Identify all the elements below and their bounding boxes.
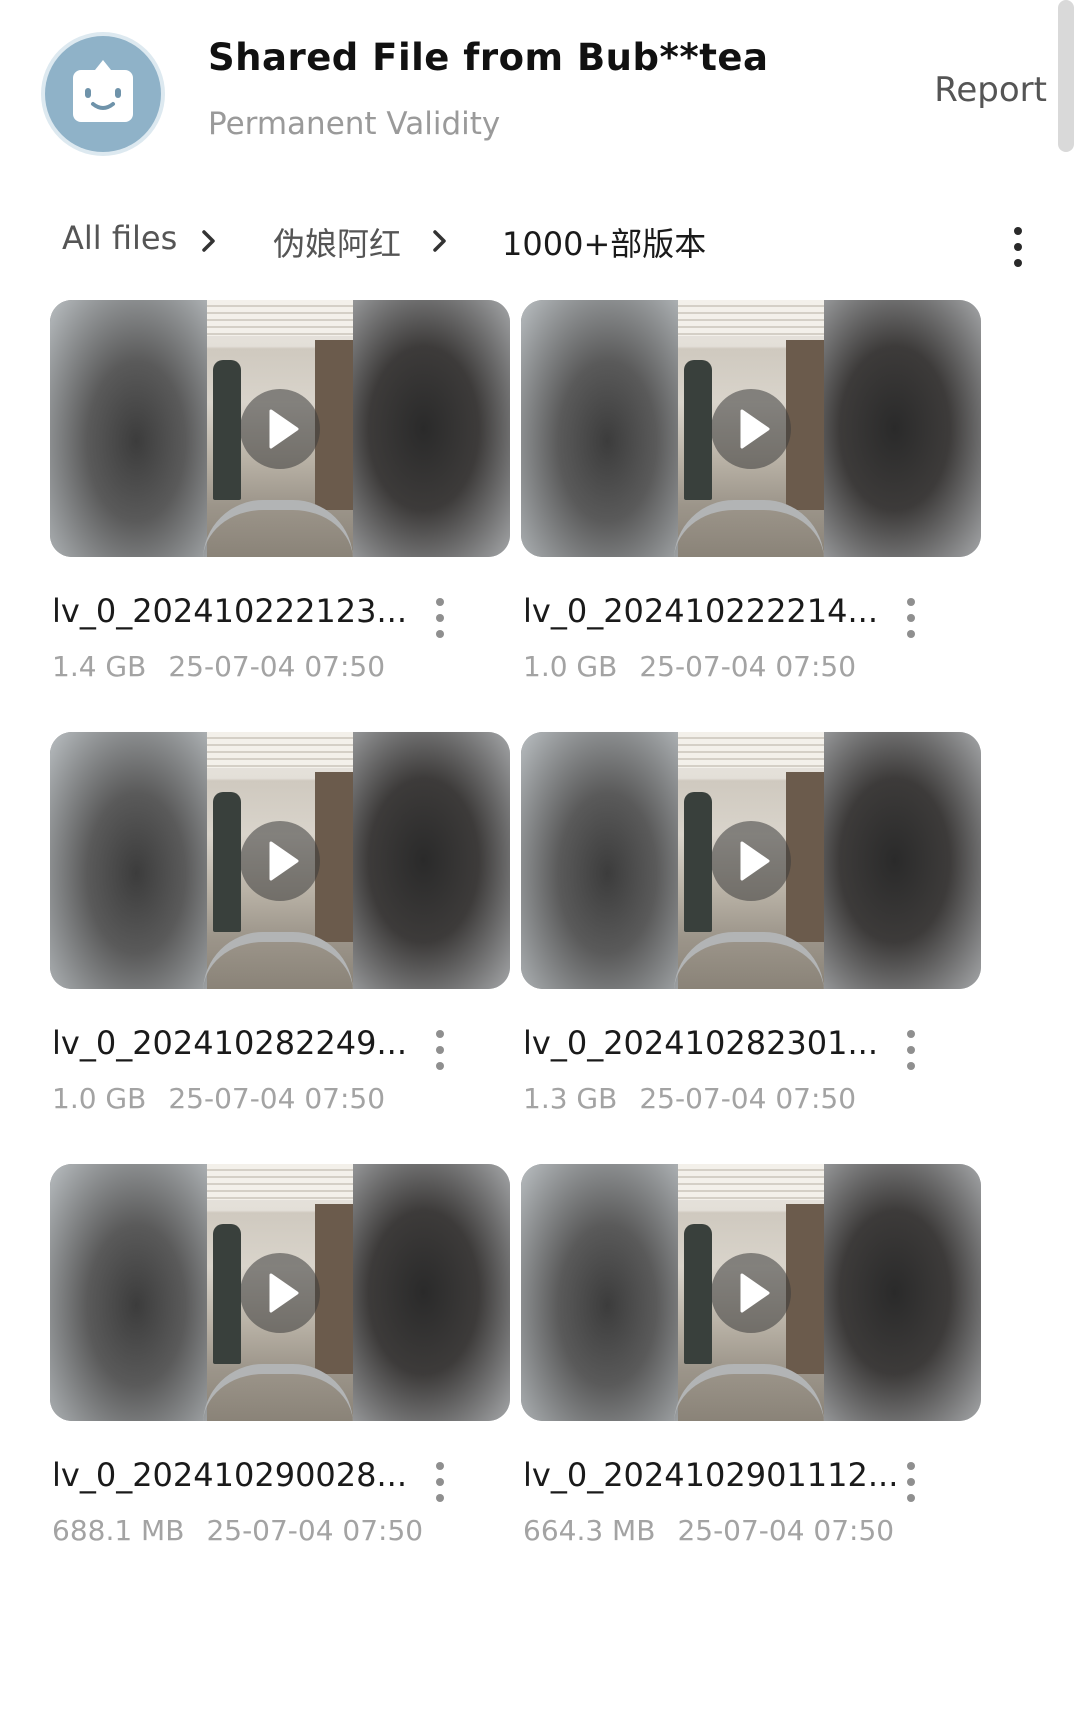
- file-more-icon[interactable]: [428, 598, 452, 646]
- file-date: 25-07-04 07:50: [206, 1514, 424, 1547]
- file-card[interactable]: lv_0_202410290028... 688.1 MB 25-07-04 07…: [50, 1164, 510, 1564]
- file-card[interactable]: lv_0_202410282249... 1.0 GB 25-07-04 07:5…: [50, 732, 510, 1132]
- file-size: 688.1 MB: [52, 1514, 185, 1547]
- file-date: 25-07-04 07:50: [639, 1082, 857, 1115]
- file-name[interactable]: lv_0_202410282249...: [52, 1024, 407, 1062]
- play-icon[interactable]: [711, 1253, 791, 1333]
- video-thumbnail[interactable]: [521, 1164, 981, 1421]
- sharer-avatar: [45, 36, 161, 152]
- file-size: 1.0 GB: [523, 650, 618, 683]
- play-icon[interactable]: [240, 1253, 320, 1333]
- file-meta: 1.4 GB 25-07-04 07:50: [52, 650, 385, 683]
- file-size: 1.0 GB: [52, 1082, 147, 1115]
- breadcrumb: All files 伪娘阿红 1000+部版本: [0, 205, 1080, 275]
- play-icon[interactable]: [711, 389, 791, 469]
- breadcrumb-item-folder[interactable]: 伪娘阿红: [273, 219, 401, 265]
- more-vertical-icon[interactable]: [1006, 227, 1030, 275]
- file-more-icon[interactable]: [899, 1462, 923, 1510]
- file-name[interactable]: lv_0_202410290028...: [52, 1456, 407, 1494]
- file-date: 25-07-04 07:50: [168, 650, 386, 683]
- play-icon[interactable]: [711, 821, 791, 901]
- file-name[interactable]: lv_0_2024102901112...: [523, 1456, 898, 1494]
- play-icon[interactable]: [240, 389, 320, 469]
- video-thumbnail[interactable]: [521, 732, 981, 989]
- file-date: 25-07-04 07:50: [639, 650, 857, 683]
- file-name[interactable]: lv_0_202410222123...: [52, 592, 407, 630]
- share-title: Shared File from Bub**tea: [208, 36, 769, 79]
- file-meta: 1.0 GB 25-07-04 07:50: [523, 650, 856, 683]
- file-size: 664.3 MB: [523, 1514, 656, 1547]
- chevron-right-icon: [433, 230, 446, 252]
- file-card[interactable]: lv_0_202410222123... 1.4 GB 25-07-04 07:5…: [50, 300, 510, 700]
- breadcrumb-item-all-files[interactable]: All files: [62, 219, 177, 257]
- robot-face-icon: [73, 60, 133, 122]
- file-size: 1.3 GB: [523, 1082, 618, 1115]
- file-name[interactable]: lv_0_202410222214...: [523, 592, 878, 630]
- video-thumbnail[interactable]: [50, 732, 510, 989]
- file-meta: 664.3 MB 25-07-04 07:50: [523, 1514, 894, 1547]
- file-meta: 688.1 MB 25-07-04 07:50: [52, 1514, 423, 1547]
- file-card[interactable]: lv_0_2024102901112... 664.3 MB 25-07-04 0…: [521, 1164, 981, 1564]
- file-size: 1.4 GB: [52, 650, 147, 683]
- play-icon[interactable]: [240, 821, 320, 901]
- video-thumbnail[interactable]: [50, 1164, 510, 1421]
- video-thumbnail[interactable]: [50, 300, 510, 557]
- file-more-icon[interactable]: [428, 1462, 452, 1510]
- file-card[interactable]: lv_0_202410282301... 1.3 GB 25-07-04 07:5…: [521, 732, 981, 1132]
- chevron-right-icon: [202, 230, 215, 252]
- share-header: Shared File from Bub**tea Permanent Vali…: [0, 0, 1080, 190]
- breadcrumb-item-current: 1000+部版本: [502, 225, 707, 263]
- share-validity: Permanent Validity: [208, 106, 501, 142]
- video-thumbnail[interactable]: [521, 300, 981, 557]
- scrollbar-thumb[interactable]: [1058, 0, 1074, 152]
- report-button[interactable]: Report: [934, 70, 1047, 110]
- file-more-icon[interactable]: [899, 598, 923, 646]
- file-date: 25-07-04 07:50: [168, 1082, 386, 1115]
- file-more-icon[interactable]: [899, 1030, 923, 1078]
- file-meta: 1.0 GB 25-07-04 07:50: [52, 1082, 385, 1115]
- file-card[interactable]: lv_0_202410222214... 1.0 GB 25-07-04 07:5…: [521, 300, 981, 700]
- file-meta: 1.3 GB 25-07-04 07:50: [523, 1082, 856, 1115]
- file-more-icon[interactable]: [428, 1030, 452, 1078]
- file-name[interactable]: lv_0_202410282301...: [523, 1024, 878, 1062]
- file-date: 25-07-04 07:50: [677, 1514, 895, 1547]
